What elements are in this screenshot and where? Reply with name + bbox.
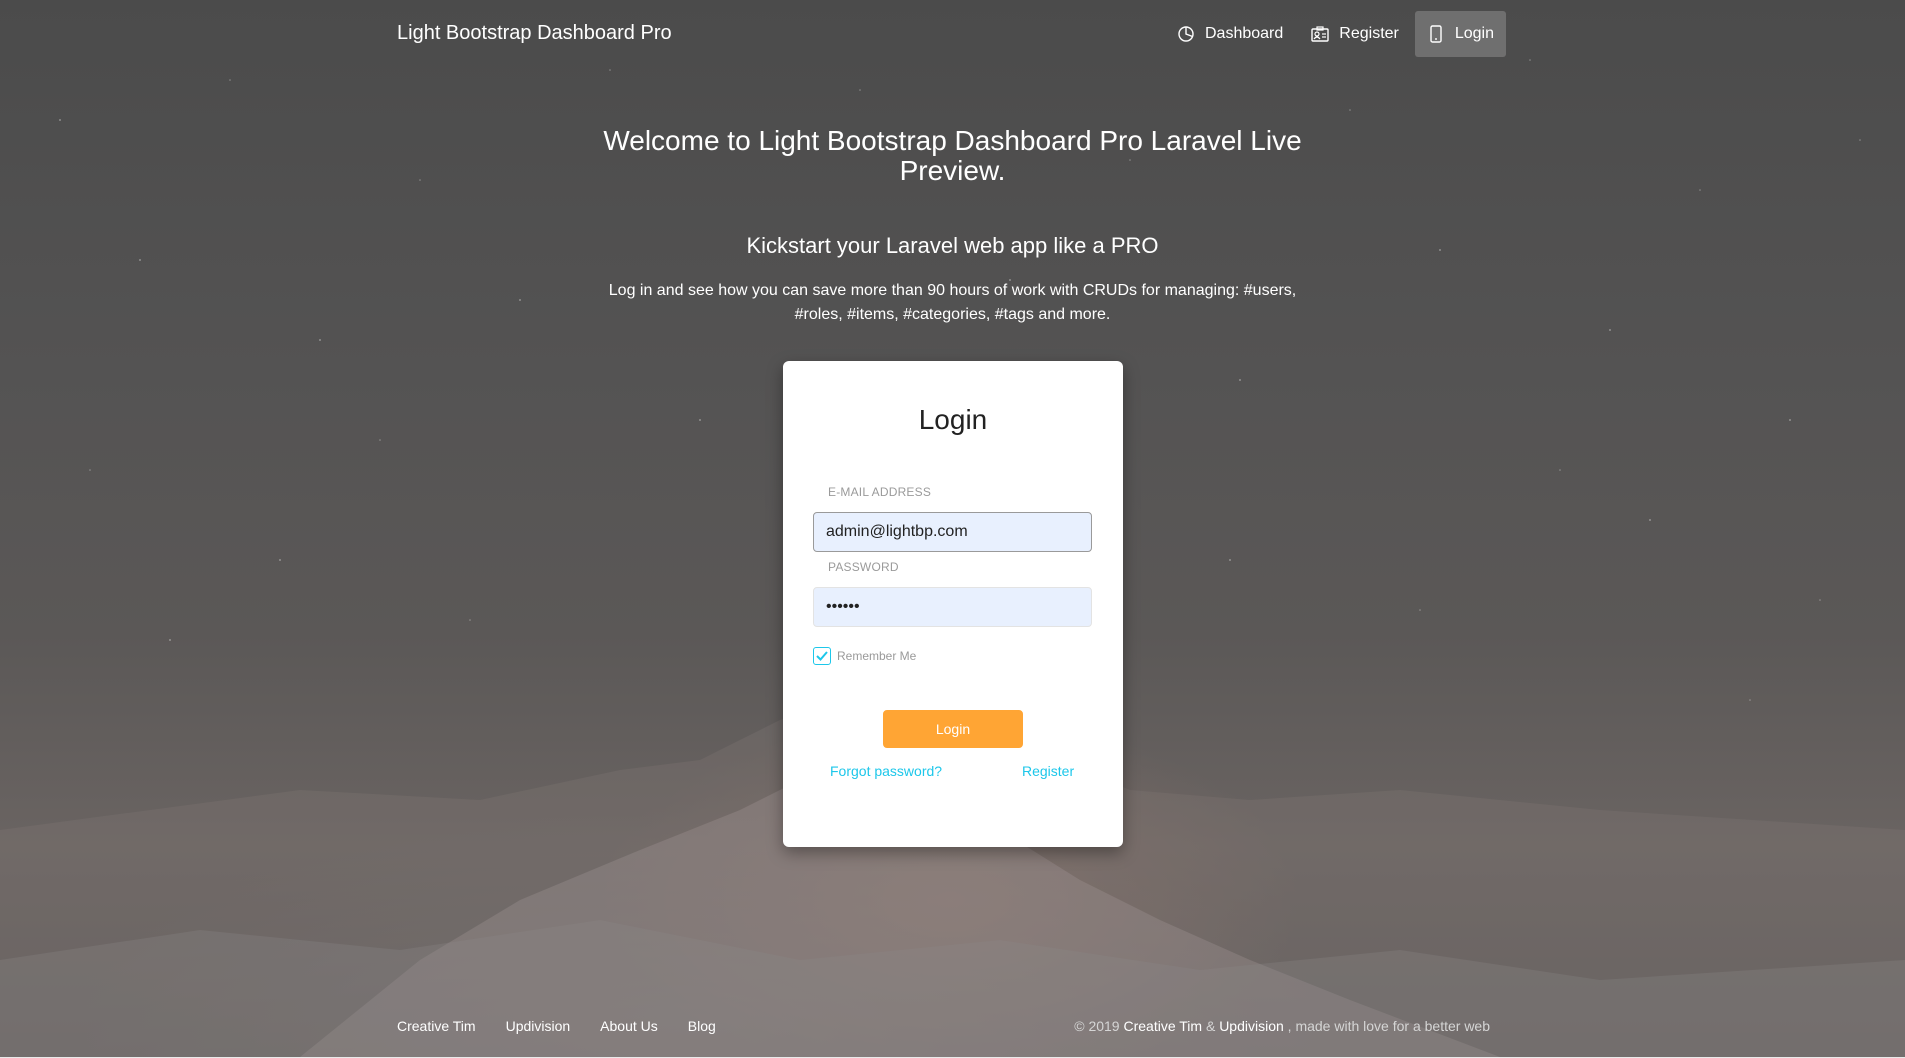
hero-description: Log in and see how you can save more tha… <box>608 282 1297 323</box>
password-label: PASSWORD <box>828 560 899 574</box>
email-field[interactable] <box>813 512 1092 552</box>
email-label: E-MAIL ADDRESS <box>828 485 932 499</box>
password-field[interactable] <box>813 587 1092 627</box>
copyright-ampersand: & <box>1205 1018 1216 1034</box>
login-card: Login E-MAIL ADDRESS PASSWORD Remember M… <box>783 361 1123 847</box>
checkmark-icon <box>816 651 828 661</box>
brand-link[interactable]: Light Bootstrap Dashboard Pro <box>397 22 672 45</box>
nav-item-dashboard[interactable]: Dashboard <box>1165 11 1295 57</box>
chart-pie-icon <box>1178 26 1194 42</box>
remember-me-label: Remember Me <box>837 649 917 663</box>
copyright-suffix: , made with love for a better web <box>1287 1018 1490 1034</box>
remember-me-row[interactable]: Remember Me <box>813 647 916 665</box>
footer-nav: Creative Tim Updivision About Us Blog <box>397 1018 716 1034</box>
footer-link-creative-tim[interactable]: Creative Tim <box>397 1018 476 1034</box>
copyright-link-creative-tim[interactable]: Creative Tim <box>1123 1018 1202 1034</box>
badge-icon <box>1311 26 1329 42</box>
top-navbar: Light Bootstrap Dashboard Pro Dashboard … <box>0 0 1905 68</box>
remember-me-checkbox[interactable] <box>813 647 831 665</box>
nav-item-label: Dashboard <box>1205 25 1284 42</box>
nav-item-register[interactable]: Register <box>1299 11 1411 57</box>
footer-link-updivision[interactable]: Updivision <box>506 1018 571 1034</box>
nav-item-label: Register <box>1339 25 1399 42</box>
copyright-text: © 2019 Creative Tim & Updivision , made … <box>1074 1018 1490 1034</box>
forgot-password-link[interactable]: Forgot password? <box>830 763 942 779</box>
register-link[interactable]: Register <box>1022 763 1074 779</box>
nav-menu: Dashboard Register Login <box>1165 11 1507 57</box>
mobile-icon <box>1430 25 1442 43</box>
hero-subtitle: Kickstart your Laravel web app like a PR… <box>746 233 1159 258</box>
nav-item-label: Login <box>1454 25 1495 42</box>
footer-link-blog[interactable]: Blog <box>688 1018 716 1034</box>
hero-section: Welcome to Light Bootstrap Dashboard Pro… <box>590 126 1315 327</box>
login-card-title: Login <box>918 404 988 435</box>
login-submit-button[interactable]: Login <box>883 710 1023 748</box>
hero-title: Welcome to Light Bootstrap Dashboard Pro… <box>603 125 1302 186</box>
footer-link-about-us[interactable]: About Us <box>600 1018 658 1034</box>
copyright-prefix: © 2019 <box>1074 1018 1120 1034</box>
nav-item-login[interactable]: Login <box>1414 11 1507 57</box>
copyright-link-updivision[interactable]: Updivision <box>1219 1018 1284 1034</box>
